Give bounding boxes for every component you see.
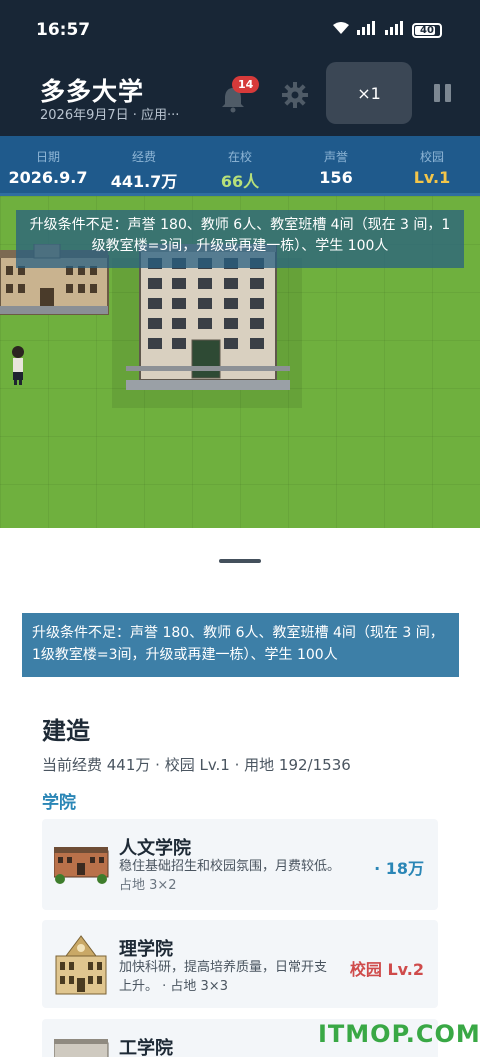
app-title: 多多大学: [40, 77, 145, 106]
category-college[interactable]: 学院: [42, 788, 76, 813]
map-upgrade-warning: 升级条件不足：声誉 180、教师 6人、教室班槽 4间（现在 3 间，1级教室楼…: [16, 210, 464, 268]
wifi-icon: [332, 21, 350, 39]
stat-value: 2026.9.7: [8, 168, 88, 187]
stat-date: 日期 2026.9.7: [0, 136, 96, 193]
status-icons: 40: [332, 21, 442, 39]
speed-button[interactable]: ×1: [326, 62, 412, 124]
app-subtitle: 2026年9月7日 · 应用···: [40, 108, 180, 123]
stat-funds: 经费 441.7万: [96, 136, 192, 193]
stat-label: 在校: [227, 150, 252, 164]
stat-label: 日期: [35, 150, 60, 164]
game-map[interactable]: 升级条件不足：声誉 180、教师 6人、教室班槽 4间（现在 3 间，1级教室楼…: [0, 196, 480, 528]
card-name: 工学院: [119, 1038, 173, 1057]
card-price: 校园 Lv.2: [349, 960, 424, 979]
signal-icon-2: [384, 21, 406, 39]
student-sprite[interactable]: [10, 346, 26, 386]
sheet-drag-handle[interactable]: [219, 559, 261, 563]
stat-label: 经费: [131, 150, 156, 164]
card-size: 占地 3×2: [119, 878, 177, 893]
stat-value: 156: [319, 168, 353, 187]
stat-value: Lv.1: [413, 168, 451, 187]
build-funds-line: 当前经费 441万 · 校园 Lv.1 · 用地 192/1536: [42, 756, 351, 774]
watermark: ITMOP.COM: [318, 1020, 480, 1048]
build-sheet: 升级条件不足：声誉 180、教师 6人、教室班槽 4间（现在 3 间，1级教室楼…: [0, 528, 480, 1057]
humanities-building-icon: [54, 847, 109, 884]
pause-icon[interactable]: [430, 82, 456, 108]
signal-icon: [356, 21, 378, 39]
card-desc: 稳住基础招生和校园氛围，月费较低。: [119, 859, 341, 874]
notification-badge: 14: [232, 76, 260, 93]
stat-campus-level: 校园 Lv.1: [384, 136, 480, 193]
build-card-humanities[interactable]: 人文学院 稳住基础招生和校园氛围，月费较低。 占地 3×2 · 18万: [42, 819, 438, 910]
science-building-icon: [55, 935, 107, 995]
stat-label: 校园: [419, 150, 444, 164]
stat-value: 441.7万: [110, 172, 178, 191]
stats-bar: 日期 2026.9.7 经费 441.7万 在校 66人 声誉 156 校园 L…: [0, 136, 480, 196]
stat-label: 声誉: [323, 150, 348, 164]
settings-gear-icon[interactable]: [280, 80, 310, 110]
card-price: · 18万: [374, 859, 424, 878]
battery-level: 40: [420, 24, 434, 36]
app-header: 多多大学 2026年9月7日 · 应用··· 14 ×1: [0, 60, 480, 136]
build-card-science[interactable]: 理学院 加快科研，提高培养质量，日常开支上升。 · 占地 3×3 校园 Lv.2: [42, 920, 438, 1008]
status-time: 16:57: [36, 20, 91, 40]
battery-icon: 40: [412, 22, 442, 38]
sheet-upgrade-warning: 升级条件不足：声誉 180、教师 6人、教室班槽 4间（现在 3 间，1级教室楼…: [22, 613, 459, 677]
stat-students: 在校 66人: [192, 136, 288, 193]
engineering-building-icon: [54, 1039, 109, 1057]
stat-reputation: 声誉 156: [288, 136, 384, 193]
stat-value: 66人: [220, 172, 260, 191]
status-bar: 16:57 40: [0, 0, 480, 60]
card-desc: 加快科研，提高培养质量，日常开支上升。 · 占地 3×3: [119, 960, 328, 994]
build-section-title: 建造: [42, 717, 90, 745]
